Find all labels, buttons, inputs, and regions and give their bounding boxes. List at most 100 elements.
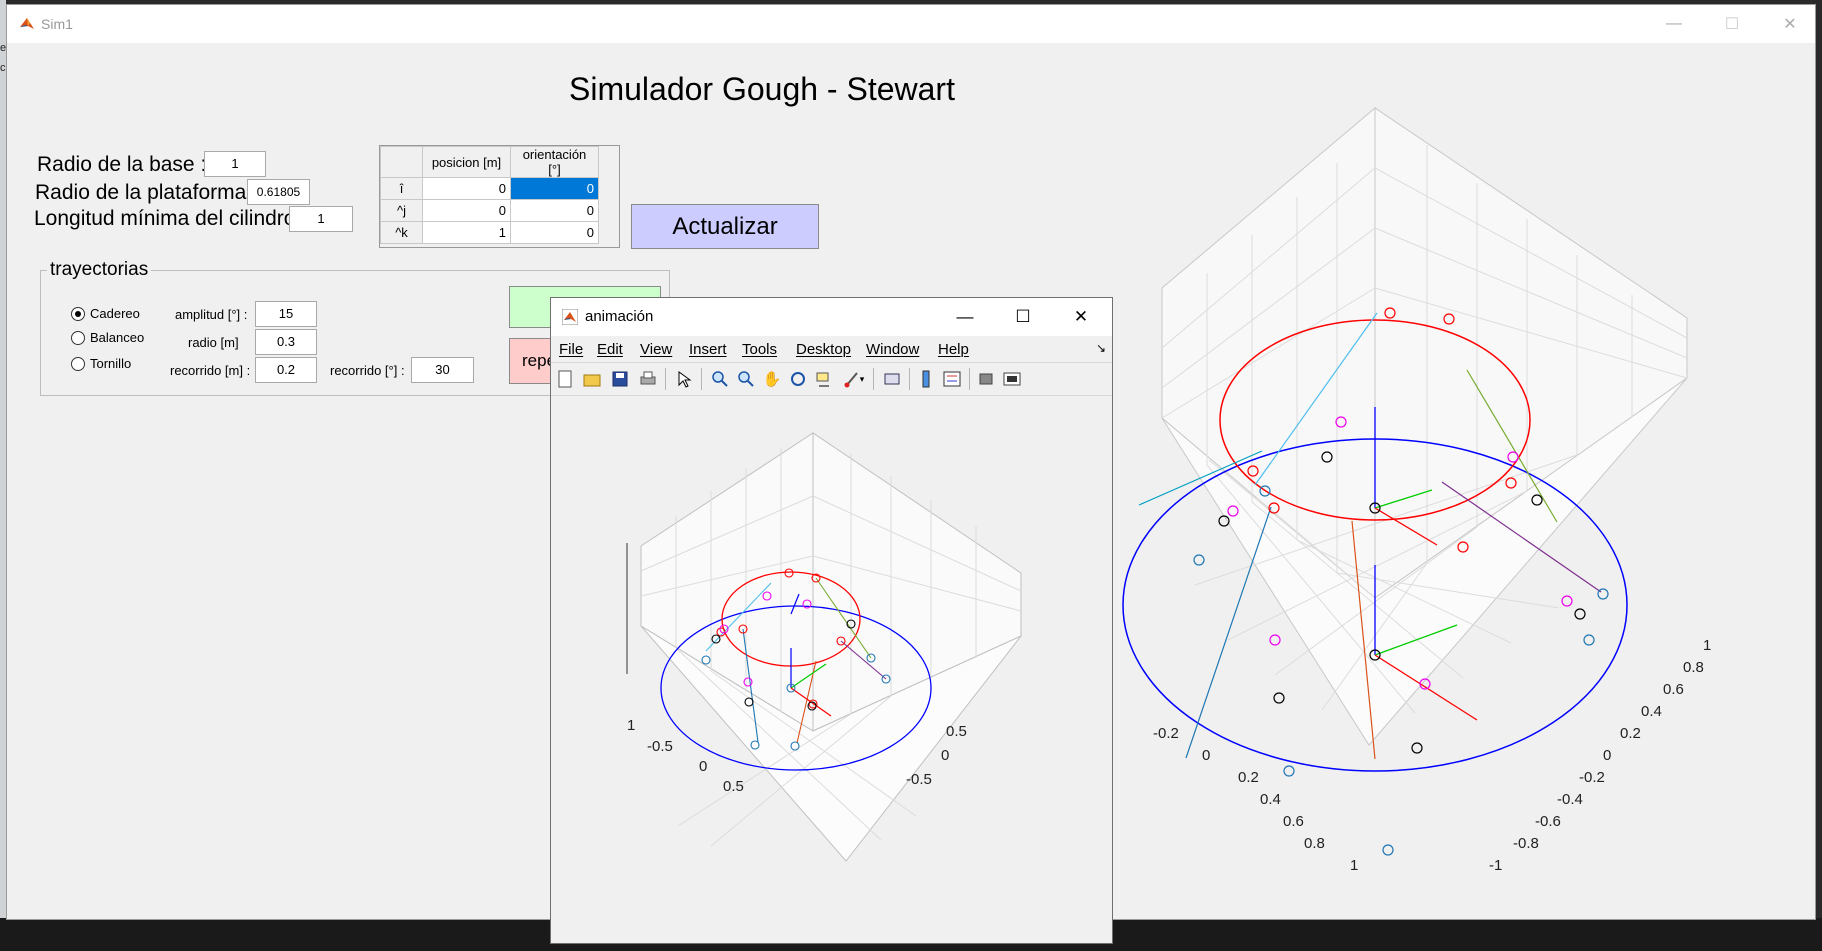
- radio-tornillo[interactable]: [71, 357, 85, 371]
- recorrido-deg-input[interactable]: 30: [411, 357, 474, 383]
- radio-input[interactable]: 0.3: [255, 329, 317, 355]
- tick-label: 1: [1703, 637, 1711, 654]
- row-header: ^j: [380, 199, 423, 222]
- table-cell[interactable]: 0: [422, 199, 511, 222]
- radio-base-input[interactable]: 1: [204, 151, 266, 177]
- new-figure-icon[interactable]: [554, 368, 576, 390]
- pose-table[interactable]: posicion [m] orientación [°] î 0 0 ^j 0 …: [379, 145, 620, 248]
- print-icon[interactable]: [637, 368, 659, 390]
- tick-label: 1: [1350, 857, 1358, 874]
- amplitud-input[interactable]: 15: [255, 301, 317, 327]
- chevron-down-icon[interactable]: ▾: [857, 368, 867, 390]
- pointer-icon[interactable]: [673, 368, 695, 390]
- tick-label: 0.6: [1663, 681, 1684, 698]
- recorrido-m-input[interactable]: 0.2: [255, 357, 317, 383]
- colorbar-icon[interactable]: [915, 368, 937, 390]
- menu-window[interactable]: Window: [866, 341, 919, 358]
- tick-label: 0: [1603, 747, 1611, 764]
- radio-balanceo[interactable]: [71, 331, 85, 345]
- table-cell[interactable]: 0: [422, 177, 511, 200]
- tick-label: -0.6: [1535, 813, 1561, 830]
- toolbar-separator: [969, 368, 970, 390]
- radio-base-label: Radio de la base :: [37, 153, 207, 176]
- menubar: File Edit View Insert Tools Desktop Wind…: [551, 336, 1112, 362]
- figure-titlebar[interactable]: animación — ☐ ✕: [551, 298, 1112, 336]
- table-cell[interactable]: 0: [510, 221, 599, 244]
- hide-plot-tools-icon[interactable]: [975, 368, 997, 390]
- page-title: Simulador Gough - Stewart: [569, 71, 955, 107]
- radio-plataforma-input[interactable]: 0.61805: [247, 179, 310, 205]
- menu-insert[interactable]: Insert: [689, 341, 727, 358]
- radio-cadereo[interactable]: [71, 307, 85, 321]
- toolbar-separator: [665, 368, 666, 390]
- tick-label: 0.4: [1260, 791, 1281, 808]
- tick-label: 0.5: [723, 778, 744, 795]
- menu-help[interactable]: Help: [938, 341, 969, 358]
- pan-icon[interactable]: ✋: [761, 368, 783, 390]
- save-icon[interactable]: [609, 368, 631, 390]
- table-row: ^j 0 0: [380, 199, 599, 222]
- toolbar-separator: [909, 368, 910, 390]
- zoom-out-icon[interactable]: [735, 368, 757, 390]
- tick-label: 1: [627, 717, 635, 734]
- tick-label: 0.8: [1683, 659, 1704, 676]
- radio-cadereo-label: Cadereo: [90, 306, 140, 321]
- figure-title: animación: [585, 308, 654, 325]
- table-cell[interactable]: 0: [510, 177, 599, 200]
- tick-label: 0.2: [1238, 769, 1259, 786]
- radio-label: radio [m]: [188, 335, 239, 350]
- show-plot-tools-icon[interactable]: [1001, 368, 1023, 390]
- trayectorias-title: trayectorias: [47, 259, 152, 281]
- table-cell[interactable]: 1: [422, 221, 511, 244]
- tick-label: 0: [699, 758, 707, 775]
- tick-label: -0.5: [647, 738, 673, 755]
- toolbar-separator: [701, 368, 702, 390]
- radio-tornillo-label: Tornillo: [90, 356, 132, 371]
- recorrido-deg-label: recorrido [°] :: [330, 363, 405, 378]
- figure-toolbar: ✋ ▾: [551, 362, 1112, 396]
- menu-tools[interactable]: Tools: [742, 341, 777, 358]
- tick-label: -0.2: [1153, 725, 1179, 742]
- toolbar-separator: [873, 368, 874, 390]
- column-header-posicion: posicion [m]: [422, 146, 511, 178]
- longitud-input[interactable]: 1: [289, 206, 353, 232]
- legend-icon[interactable]: [941, 368, 963, 390]
- radio-balanceo-label: Balanceo: [90, 330, 145, 345]
- menu-desktop[interactable]: Desktop: [796, 341, 851, 358]
- radio-plataforma-label: Radio de la plataforma :: [35, 181, 258, 204]
- main-3d-axes[interactable]: 1 0.8 0.6 0.4 0.2 0 -0.2 -0.4 -0.6 -0.8 …: [1107, 105, 1807, 895]
- tick-label: 0: [941, 747, 949, 764]
- main-titlebar[interactable]: Sim1 — ☐ ✕: [7, 5, 1815, 43]
- minimize-button[interactable]: —: [936, 298, 994, 336]
- minimize-button[interactable]: —: [1645, 5, 1703, 43]
- window-title: Sim1: [41, 16, 73, 32]
- open-icon[interactable]: [581, 368, 603, 390]
- tick-label: 0.6: [1283, 813, 1304, 830]
- data-cursor-icon[interactable]: [813, 368, 835, 390]
- zoom-in-icon[interactable]: [709, 368, 731, 390]
- tick-label: 0.5: [946, 723, 967, 740]
- table-cell[interactable]: 0: [510, 199, 599, 222]
- tick-label: -0.4: [1557, 791, 1583, 808]
- tick-label: 0.4: [1641, 703, 1662, 720]
- tick-label: -0.5: [906, 771, 932, 788]
- tick-label: -0.8: [1513, 835, 1539, 852]
- rotate-icon[interactable]: [787, 368, 809, 390]
- link-icon[interactable]: [881, 368, 903, 390]
- tick-label: 0.2: [1620, 725, 1641, 742]
- row-header: î: [380, 177, 423, 200]
- maximize-button[interactable]: ☐: [994, 298, 1052, 336]
- column-header-orientacion: orientación [°]: [510, 146, 599, 178]
- table-corner: [380, 146, 423, 178]
- close-button[interactable]: ✕: [1761, 5, 1819, 43]
- dock-arrow-icon[interactable]: ↘: [1096, 341, 1106, 355]
- figure-window: animación — ☐ ✕ File Edit View Insert To…: [550, 297, 1113, 944]
- maximize-button[interactable]: ☐: [1703, 5, 1761, 43]
- tick-label: 0: [1202, 747, 1210, 764]
- menu-file[interactable]: File: [559, 341, 583, 358]
- animation-3d-axes[interactable]: 1 -0.5 0 0.5 0.5 0 -0.5: [551, 396, 1112, 943]
- close-button[interactable]: ✕: [1052, 298, 1110, 336]
- actualizar-button[interactable]: Actualizar: [631, 204, 819, 249]
- menu-view[interactable]: View: [640, 341, 672, 358]
- menu-edit[interactable]: Edit: [597, 341, 623, 358]
